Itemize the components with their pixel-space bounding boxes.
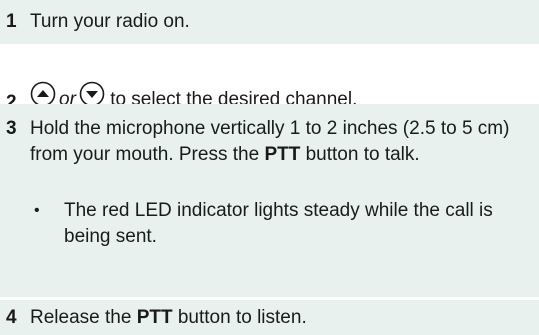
ptt-label: PTT [264,144,301,165]
ptt-label: PTT [136,307,173,328]
step-text-after: button to listen. [177,307,307,328]
step-text-before: Release the [30,307,132,328]
step-number: 3 [6,118,17,139]
step-3: 3 Hold the microphone vertically 1 to 2 … [0,104,539,297]
step-text: Turn your radio on. [30,11,190,32]
step-text: Hold the microphone vertically 1 to 2 in… [30,116,529,168]
step-4: 4 Release the PTT button to listen. [0,300,539,335]
step-text: Release the PTT button to listen. [30,305,529,331]
step-number: 1 [6,11,17,32]
bullet-dot: • [34,202,40,219]
step-text-after: button to talk. [305,144,420,165]
bullet-text: The red LED indicator lights steady whil… [64,200,493,247]
step-number: 4 [6,307,17,328]
step-2: 2 or to select the desired channel. [0,59,539,113]
step-1: 1 Turn your radio on. [0,0,539,44]
